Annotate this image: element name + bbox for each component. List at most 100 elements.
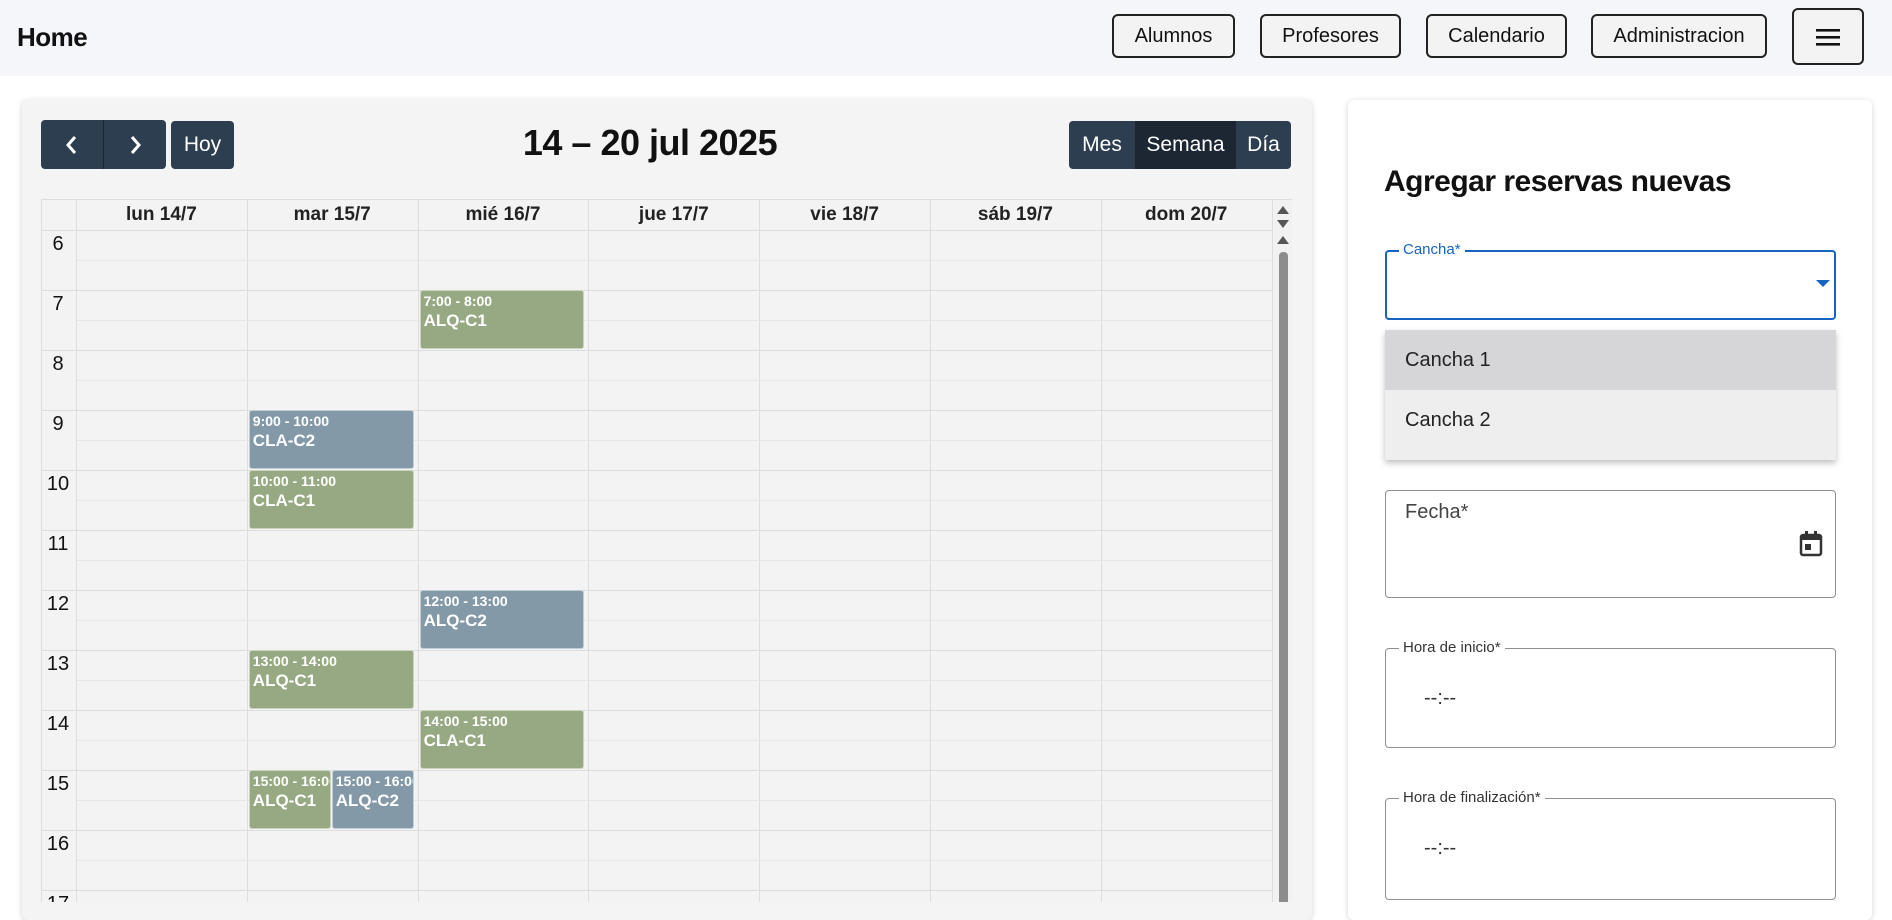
chevron-left-icon <box>66 135 77 154</box>
option-cancha-1[interactable]: Cancha 1 <box>1385 330 1836 390</box>
grid-column-line <box>417 200 419 902</box>
view-switcher: Mes Semana Día <box>1069 121 1291 169</box>
header-divider <box>42 230 1272 231</box>
hour-line <box>42 350 1272 351</box>
event-time: 15:00 - 16:00 <box>252 773 331 789</box>
event-time: 10:00 - 11:00 <box>252 473 337 489</box>
half-hour-line <box>77 260 1272 261</box>
event-time: 14:00 - 15:00 <box>423 713 508 729</box>
hour-line <box>42 410 1272 411</box>
hour-label: 9 <box>52 413 64 435</box>
nav-profesores-button[interactable]: Profesores <box>1260 14 1401 58</box>
hora-fin-label: Hora de finalización* <box>1399 789 1545 806</box>
hora-fin-field[interactable]: --:-- <box>1385 798 1836 900</box>
hora-inicio-field[interactable]: --:-- <box>1385 648 1836 748</box>
brand-home-link[interactable]: Home <box>17 22 88 53</box>
grid-column-line <box>76 200 77 902</box>
cancha-dropdown-menu: Cancha 1 Cancha 2 <box>1385 330 1836 460</box>
hora-inicio-label: Hora de inicio* <box>1399 639 1505 656</box>
scroll-up-icon[interactable] <box>1277 206 1289 214</box>
half-hour-line <box>77 860 1272 861</box>
grid-column-line <box>930 200 931 902</box>
event-time: 15:00 - 16:00 <box>335 773 414 789</box>
calendar-event[interactable]: 10:00 - 11:00 CLA-C1 <box>248 470 414 529</box>
dropdown-arrow-icon <box>1816 280 1830 287</box>
hour-line <box>42 590 1272 591</box>
event-title: CLA-C1 <box>252 491 316 510</box>
view-month-button[interactable]: Mes <box>1069 121 1135 169</box>
hour-line <box>42 530 1272 531</box>
view-week-button[interactable]: Semana <box>1135 121 1236 169</box>
hour-label: 6 <box>52 233 64 255</box>
nav-administracion-button[interactable]: Administracion <box>1591 14 1767 58</box>
hour-line <box>42 830 1272 831</box>
scrollbar-thumb[interactable] <box>1279 252 1288 902</box>
week-grid: lun 14/7 mar 15/7 mié 16/7 jue 17/7 vie 18/7… <box>41 199 1292 902</box>
next-week-button[interactable] <box>104 120 166 169</box>
event-title: ALQ-C1 <box>252 671 317 690</box>
event-title: ALQ-C2 <box>423 611 487 630</box>
hour-line <box>42 770 1272 771</box>
event-title: ALQ-C1 <box>423 311 487 330</box>
hour-label: 13 <box>46 653 70 675</box>
hour-line <box>42 890 1272 891</box>
half-hour-line <box>77 320 1272 321</box>
event-title: ALQ-C1 <box>252 791 317 810</box>
grid-column-line <box>1271 200 1273 902</box>
day-header: jue 17/7 <box>638 204 709 225</box>
cancha-select[interactable] <box>1385 250 1836 320</box>
event-time: 13:00 - 14:00 <box>252 653 337 669</box>
hour-label: 14 <box>46 713 70 735</box>
event-title: CLA-C1 <box>423 731 486 750</box>
event-title: ALQ-C2 <box>335 791 399 810</box>
hour-label: 12 <box>46 593 70 615</box>
view-day-button[interactable]: Día <box>1236 121 1291 169</box>
event-time: 12:00 - 13:00 <box>423 593 508 609</box>
hour-label: 15 <box>46 773 70 795</box>
nav-alumnos-button[interactable]: Alumnos <box>1112 14 1235 58</box>
hour-line <box>42 710 1272 711</box>
hora-fin-value[interactable]: --:-- <box>1424 837 1456 860</box>
calendar-event[interactable]: 13:00 - 14:00 ALQ-C1 <box>248 650 414 709</box>
grid-column-line <box>588 200 590 902</box>
hour-label: 11 <box>47 533 69 555</box>
option-cancha-2[interactable]: Cancha 2 <box>1385 390 1836 450</box>
scroll-top-icon[interactable] <box>1277 236 1289 244</box>
grid-scrollbar[interactable] <box>1274 200 1292 902</box>
menu-button[interactable] <box>1792 8 1864 65</box>
calendar-event[interactable]: 15:00 - 16:00 ALQ-C2 <box>331 770 414 829</box>
day-header: dom 20/7 <box>1145 204 1228 225</box>
form-title: Agregar reservas nuevas <box>1384 165 1732 198</box>
hour-label: 8 <box>52 353 64 375</box>
event-time: 9:00 - 10:00 <box>252 413 330 429</box>
grid-column-line <box>1100 200 1102 902</box>
hour-line <box>42 650 1272 651</box>
fecha-field[interactable]: Fecha* <box>1385 490 1836 598</box>
event-time: 7:00 - 8:00 <box>423 293 493 309</box>
calendar-title: 14 – 20 jul 2025 <box>522 122 778 163</box>
calendar-event[interactable]: 14:00 - 15:00 CLA-C1 <box>419 710 585 769</box>
nav-calendario-button[interactable]: Calendario <box>1426 14 1567 58</box>
calendar-event[interactable]: 15:00 - 16:00 ALQ-C1 <box>248 770 331 829</box>
day-header: lun 14/7 <box>126 204 197 225</box>
hour-line <box>42 470 1272 471</box>
half-hour-line <box>77 560 1272 561</box>
prev-week-button[interactable] <box>41 120 104 169</box>
hora-inicio-value[interactable]: --:-- <box>1424 687 1456 710</box>
grid-column-line <box>246 200 248 902</box>
day-header: sáb 19/7 <box>977 204 1053 225</box>
calendar-icon[interactable] <box>1799 531 1823 557</box>
day-header: vie 18/7 <box>810 204 879 225</box>
hour-label: 10 <box>46 473 70 495</box>
hamburger-icon <box>1816 28 1840 46</box>
grid-column-line <box>759 200 761 902</box>
hour-label: 7 <box>52 293 64 315</box>
hour-label: 16 <box>46 833 70 855</box>
today-button[interactable]: Hoy <box>171 121 234 169</box>
half-hour-line <box>77 740 1272 741</box>
scroll-down-icon[interactable] <box>1277 220 1289 228</box>
calendar-event[interactable]: 9:00 - 10:00 CLA-C2 <box>248 410 414 469</box>
calendar-event[interactable]: 7:00 - 8:00 ALQ-C1 <box>419 290 585 349</box>
day-header: mié 16/7 <box>465 204 541 225</box>
calendar-event[interactable]: 12:00 - 13:00 ALQ-C2 <box>419 590 585 649</box>
